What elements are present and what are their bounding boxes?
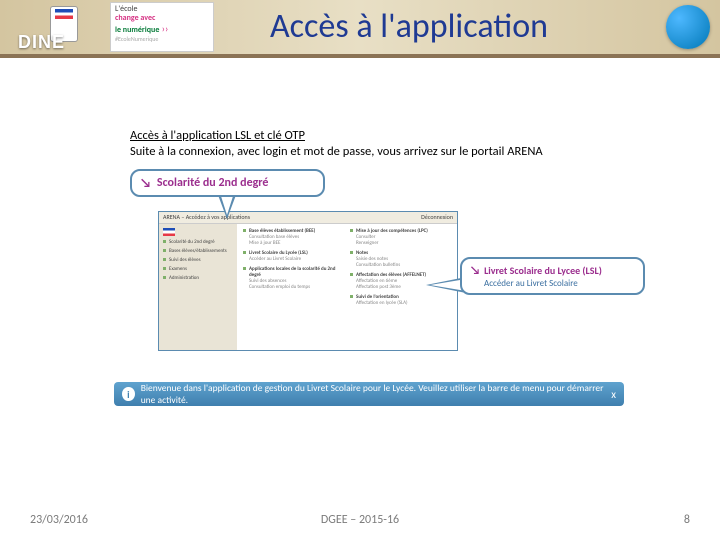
slide-header: DINE L'école change avec le numérique ››… (0, 0, 720, 58)
slide-footer: 23/03/2016 DGEE – 2015-16 8 (0, 510, 720, 530)
callout-scolarite-text: Scolarité du 2nd degré (157, 176, 269, 190)
arena-group-hd: Applications locales de la scolarité du … (243, 266, 344, 278)
globe-icon (666, 5, 710, 49)
callout-lsl: ↘ Livret Scolaire du Lycee (LSL) Accéder … (460, 257, 645, 295)
close-icon[interactable]: x (611, 388, 616, 401)
arena-sidebar: Scolarité du 2nd degré Bases élèves/étab… (159, 224, 237, 350)
footer-page: 8 (684, 513, 690, 527)
arena-portal-screenshot: ARENA – Accédez à vos applications Décon… (158, 211, 458, 351)
ecole-numerique-box: L'école change avec le numérique ›› #Eco… (110, 2, 214, 52)
section-subtext: Suite à la connexion, avec login et mot … (130, 144, 680, 159)
footer-center: DGEE – 2015-16 (321, 513, 399, 527)
arena-group-ln: Consultation emploi du temps (243, 284, 344, 290)
arena-title: ARENA – Accédez à vos applications (163, 213, 250, 222)
callout-lsl-line1: Livret Scolaire du Lycee (LSL) (484, 264, 602, 277)
arena-side-item: Examens (163, 266, 233, 273)
arena-group-ln: Mise à jour BEE (243, 240, 344, 246)
arena-group-hd: Mise à jour des compétences (LPC) (350, 228, 451, 234)
arena-group-ln: Renseigner (350, 240, 451, 246)
arena-header: ARENA – Accédez à vos applications Décon… (159, 212, 457, 224)
slide-content: Accès à l'application LSL et clé OTP Sui… (0, 58, 720, 354)
arena-main: Base élèves établissement (BEE) Consultat… (237, 224, 457, 350)
welcome-text: Bienvenue dans l'application de gestion … (141, 382, 606, 406)
dine-logo-text: DINE (18, 32, 65, 53)
arena-logout: Déconnexion (421, 213, 453, 222)
arena-group-hd: Base élèves établissement (BEE) (243, 228, 344, 234)
arena-side-item: Administration (163, 275, 233, 282)
fr-flag-icon (163, 228, 175, 236)
footer-date: 23/03/2016 (30, 513, 88, 527)
info-icon: i (122, 387, 135, 401)
ecole-line2: change avec (115, 13, 155, 23)
ecole-sub: #EcoleNumerique (115, 36, 209, 43)
arena-body: Scolarité du 2nd degré Bases élèves/étab… (159, 224, 457, 350)
arena-side-item: Scolarité du 2nd degré (163, 239, 233, 246)
arena-group-ln: Affectation en lycée (SLA) (350, 300, 451, 306)
welcome-banner: i Bienvenue dans l'application de gestio… (114, 382, 624, 406)
arena-side-item: Suivi des élèves (163, 257, 233, 264)
arrow-down-right-icon: ↘ (470, 264, 480, 278)
ecole-line3: le numérique (115, 25, 159, 35)
arena-col-1: Base élèves établissement (BEE) Consultat… (243, 228, 344, 346)
ecole-arrows: ›› (159, 22, 168, 35)
arrow-down-right-icon: ↘ (140, 176, 151, 191)
arena-group-hd: Notes (350, 250, 451, 256)
arena-group-ln: Consultation bulletins (350, 262, 451, 268)
callout-scolarite-pointer (218, 195, 236, 219)
callout-lsl-line2: Accéder au Livret Scolaire (484, 278, 635, 289)
callout-scolarite: ↘ Scolarité du 2nd degré (130, 169, 325, 197)
slide-title: Accès à l'application (270, 6, 548, 47)
arena-group-hd: Livret Scolaire du Lycée (LSL) (243, 250, 344, 256)
arena-group-ln: Accéder au Livret Scolaire (243, 256, 344, 262)
arena-side-item: Bases élèves/établissements (163, 248, 233, 255)
section-heading: Accès à l'application LSL et clé OTP (130, 128, 680, 143)
portal-illustration: ↘ Scolarité du 2nd degré ARENA – Accédez… (130, 169, 610, 354)
